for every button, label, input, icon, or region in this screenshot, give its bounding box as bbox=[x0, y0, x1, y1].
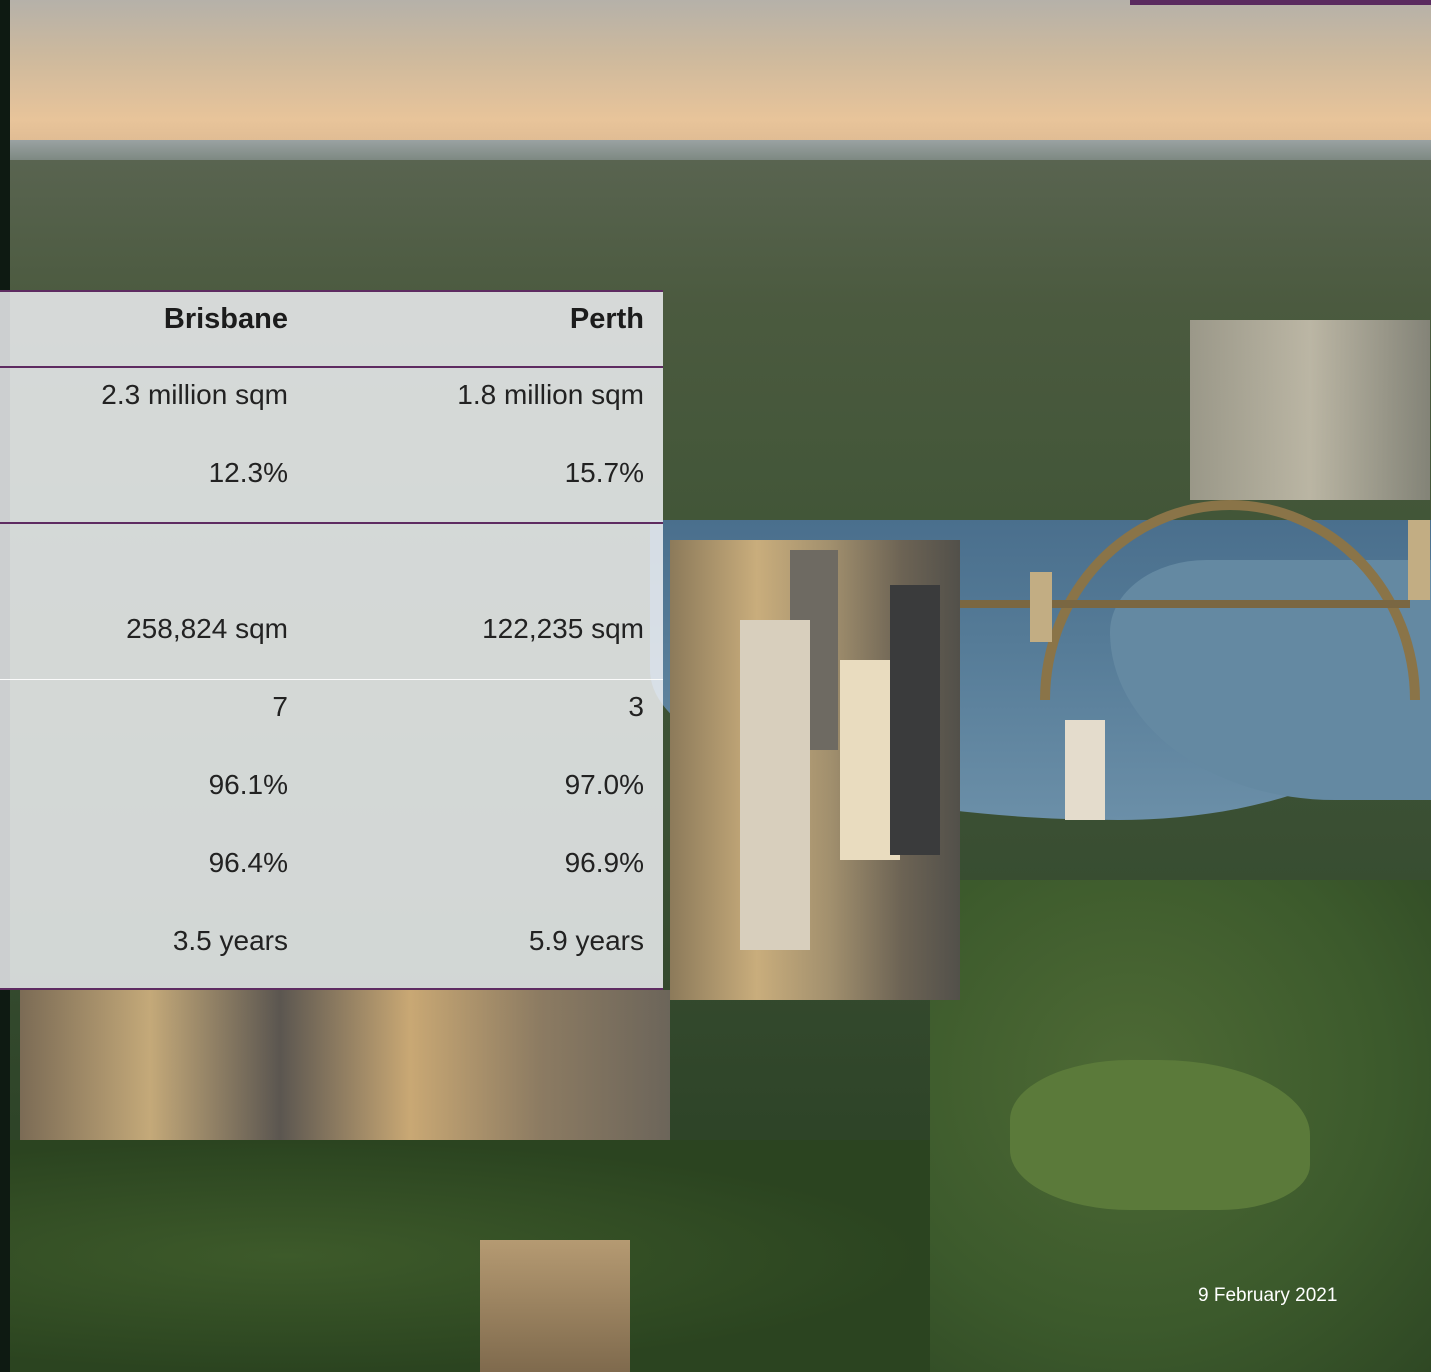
table-rule bbox=[0, 366, 663, 368]
table-divider bbox=[0, 679, 663, 680]
hyde-park-trees bbox=[10, 1140, 930, 1372]
harbour-bridge-deck bbox=[940, 600, 1410, 608]
report-date: 9 February 2021 bbox=[1198, 1285, 1338, 1306]
data-table-panel: Brisbane Perth 2.3 million sqm 1.8 milli… bbox=[0, 290, 663, 990]
table-rule bbox=[0, 988, 663, 990]
table-cell: 3.5 years bbox=[172, 925, 288, 956]
cbd-tower bbox=[1065, 720, 1105, 820]
table-cell: 3 bbox=[628, 691, 644, 722]
table-rule bbox=[0, 290, 663, 292]
table-cell: 1.8 million sqm bbox=[457, 379, 644, 410]
table-cell: 97.0% bbox=[564, 769, 644, 800]
column-header-perth: Perth bbox=[569, 303, 644, 335]
cbd-tower bbox=[740, 620, 810, 950]
table-cell: 96.9% bbox=[564, 847, 644, 878]
table-cell: 96.4% bbox=[208, 847, 288, 878]
table-cell: 5.9 years bbox=[528, 925, 644, 956]
bridge-pylon-south bbox=[1030, 572, 1052, 642]
table-rule bbox=[0, 522, 663, 524]
table-cell: 258,824 sqm bbox=[126, 613, 288, 644]
park-lawn bbox=[1010, 1060, 1310, 1210]
table-cell: 122,235 sqm bbox=[482, 613, 644, 644]
table-cell: 7 bbox=[272, 691, 288, 722]
cbd-tower bbox=[890, 585, 940, 855]
table-cell: 96.1% bbox=[208, 769, 288, 800]
cathedral bbox=[480, 1240, 630, 1372]
table-cell: 12.3% bbox=[208, 457, 288, 488]
top-accent-bar bbox=[1130, 0, 1431, 5]
column-header-brisbane: Brisbane bbox=[163, 303, 288, 335]
table-cell: 15.7% bbox=[564, 457, 644, 488]
north-sydney-buildings bbox=[1190, 320, 1430, 500]
sky bbox=[10, 0, 1431, 160]
bridge-pylon-north bbox=[1408, 520, 1430, 600]
table-cell: 2.3 million sqm bbox=[101, 379, 288, 410]
